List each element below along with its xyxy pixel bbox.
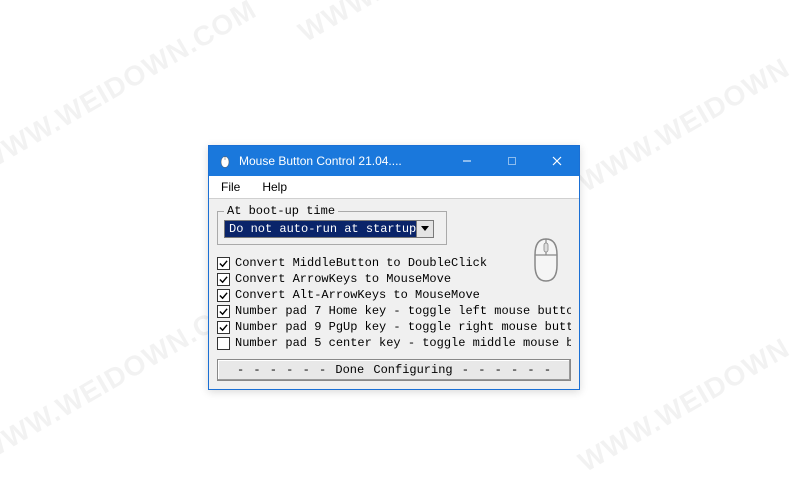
menu-file[interactable]: File xyxy=(215,178,246,196)
option-numpad9-toggle-right[interactable]: Number pad 9 PgUp key - toggle right mou… xyxy=(217,319,571,335)
minimize-button[interactable] xyxy=(444,146,489,176)
option-label: Number pad 9 PgUp key - toggle right mou… xyxy=(235,320,571,334)
option-label: Convert MiddleButton to DoubleClick xyxy=(235,256,487,270)
option-middle-to-doubleclick[interactable]: Convert MiddleButton to DoubleClick xyxy=(217,255,571,271)
menubar: File Help xyxy=(209,176,579,199)
window-title: Mouse Button Control 21.04.... xyxy=(239,154,444,168)
bootup-combo[interactable]: Do not auto-run at startup xyxy=(224,220,434,238)
bootup-combo-text: Do not auto-run at startup xyxy=(224,220,416,238)
watermark: WWW.WEIDOWN.COM xyxy=(573,293,790,478)
option-alt-arrowkeys-to-mousemove[interactable]: Convert Alt-ArrowKeys to MouseMove xyxy=(217,287,571,303)
bootup-combo-button[interactable] xyxy=(416,220,434,238)
watermark: WWW.WEIDOWN.COM xyxy=(293,0,582,49)
checkbox[interactable] xyxy=(217,273,230,286)
mouse-illustration-icon xyxy=(527,237,565,287)
app-window: Mouse Button Control 21.04.... File Help… xyxy=(208,145,580,390)
option-label: Convert Alt-ArrowKeys to MouseMove xyxy=(235,288,480,302)
option-label: Number pad 7 Home key - toggle left mous… xyxy=(235,304,571,318)
options-list: Convert MiddleButton to DoubleClick Conv… xyxy=(217,255,571,351)
option-numpad7-toggle-left[interactable]: Number pad 7 Home key - toggle left mous… xyxy=(217,303,571,319)
titlebar[interactable]: Mouse Button Control 21.04.... xyxy=(209,146,579,176)
checkbox[interactable] xyxy=(217,289,230,302)
menu-help[interactable]: Help xyxy=(256,178,293,196)
watermark: WWW.WEIDOWN.COM xyxy=(573,13,790,198)
bootup-legend: At boot-up time xyxy=(224,204,338,218)
close-button[interactable] xyxy=(534,146,579,176)
checkbox[interactable] xyxy=(217,305,230,318)
app-mouse-icon xyxy=(217,153,233,169)
option-label: Number pad 5 center key - toggle middle … xyxy=(235,336,571,350)
checkbox[interactable] xyxy=(217,321,230,334)
checkbox[interactable] xyxy=(217,257,230,270)
bootup-group: At boot-up time Do not auto-run at start… xyxy=(217,211,447,245)
option-arrowkeys-to-mousemove[interactable]: Convert ArrowKeys to MouseMove xyxy=(217,271,571,287)
window-content: At boot-up time Do not auto-run at start… xyxy=(209,199,579,389)
maximize-button xyxy=(489,146,534,176)
option-numpad5-toggle-middle[interactable]: Number pad 5 center key - toggle middle … xyxy=(217,335,571,351)
option-label: Convert ArrowKeys to MouseMove xyxy=(235,272,451,286)
done-configuring-button[interactable]: - - - - - - Done Configuring - - - - - - xyxy=(217,359,571,381)
checkbox[interactable] xyxy=(217,337,230,350)
